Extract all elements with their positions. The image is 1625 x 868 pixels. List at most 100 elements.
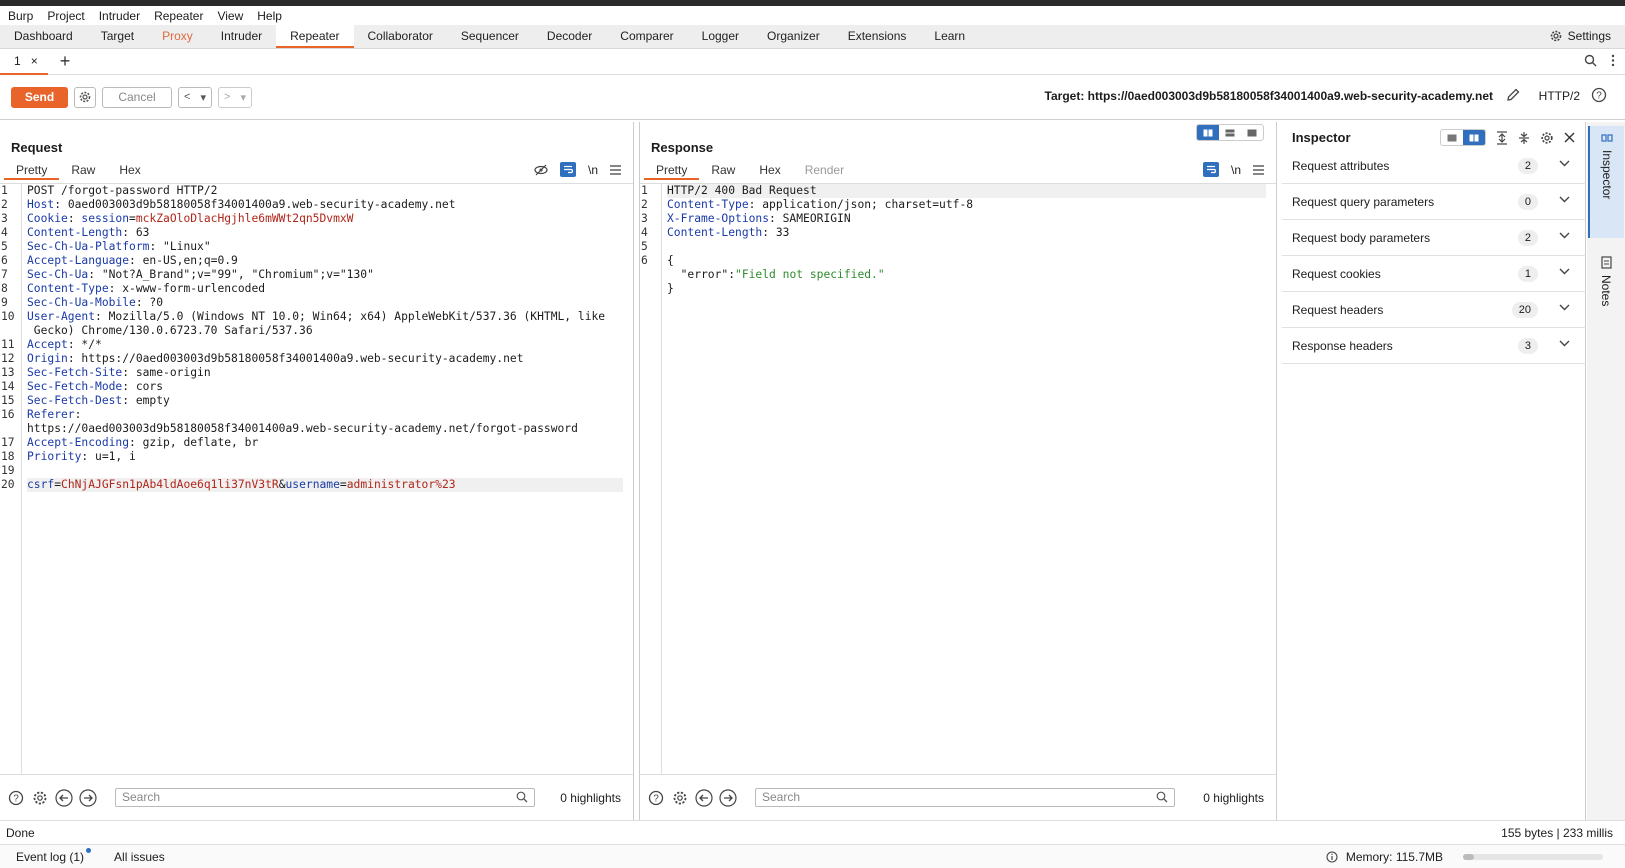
tab-intruder[interactable]: Intruder [207,25,276,48]
response-search-input[interactable]: Search [755,788,1175,807]
request-code-line[interactable]: https://0aed003003d9b58180058f34001400a9… [27,422,623,436]
request-tab-pretty[interactable]: Pretty [4,160,60,180]
response-code-line[interactable] [667,240,1266,254]
split-view-icon[interactable] [1463,130,1485,145]
tab-dashboard[interactable]: Dashboard [0,25,87,48]
tab-comparer[interactable]: Comparer [606,25,687,48]
arrow-right-icon[interactable] [719,788,737,807]
search-icon[interactable] [1584,54,1597,67]
response-code[interactable]: HTTP/2 400 Bad Request Content-Type: appl… [667,184,1266,296]
gear-icon[interactable] [671,789,689,807]
request-code-line[interactable]: Referer: [27,408,623,422]
response-code-line[interactable]: HTTP/2 400 Bad Request [667,184,1266,198]
request-search-input[interactable]: Search [115,788,535,807]
tab-decoder[interactable]: Decoder [533,25,606,48]
inspector-section-request-attributes[interactable]: Request attributes 2 [1282,148,1586,184]
tab-sequencer[interactable]: Sequencer [447,25,533,48]
request-code-line[interactable]: Sec-Ch-Ua-Mobile: ?0 [27,296,623,310]
tab-learn[interactable]: Learn [920,25,979,48]
gear-icon[interactable] [1540,131,1554,145]
cancel-button[interactable]: Cancel [102,86,172,108]
tab-repeater[interactable]: Repeater [276,25,354,48]
request-code-line[interactable]: Accept: */* [27,338,623,352]
menu-view[interactable]: View [217,9,243,23]
send-settings-button[interactable] [74,86,96,108]
response-code-line[interactable]: Content-Length: 33 [667,226,1266,240]
tab-target[interactable]: Target [87,25,148,48]
request-editor[interactable]: 1 2 3 4 5 6 7 8 9 10 11 12 13 14 15 16 17 18 19 20 POST /fo… [0,183,633,774]
request-code-line[interactable]: Priority: u=1, i [27,450,623,464]
settings-button[interactable]: Settings [1549,29,1611,43]
target-label[interactable]: Target: https://0aed003003d9b58180058f34… [1045,89,1493,103]
tab-proxy[interactable]: Proxy [148,25,207,48]
close-icon[interactable]: × [31,54,38,68]
history-back-button[interactable]: < ▾ [178,86,212,108]
response-code-line[interactable]: } [667,282,1266,296]
arrow-right-icon[interactable] [79,788,97,807]
sidebar-notes-button[interactable]: Notes [1588,250,1624,330]
send-button[interactable]: Send [11,86,68,108]
collapse-all-icon[interactable] [1518,131,1530,145]
response-code-line[interactable]: Content-Type: application/json; charset=… [667,198,1266,212]
request-code-line[interactable]: Accept-Language: en-US,en;q=0.9 [27,254,623,268]
wrap-lines-icon[interactable] [1202,162,1219,177]
response-tab-hex[interactable]: Hex [747,160,792,180]
expand-all-icon[interactable] [1496,130,1508,145]
menu-icon[interactable] [1253,164,1264,175]
tab-organizer[interactable]: Organizer [753,25,834,48]
request-code-line[interactable]: Sec-Fetch-Dest: empty [27,394,623,408]
request-code-line[interactable]: User-Agent: Mozilla/5.0 (Windows NT 10.0… [27,310,623,324]
request-code-line[interactable]: Origin: https://0aed003003d9b58180058f34… [27,352,623,366]
inspector-section-request-headers[interactable]: Request headers 20 [1282,292,1586,328]
request-code-line[interactable]: Sec-Fetch-Mode: cors [27,380,623,394]
list-view-icon[interactable] [1441,130,1463,145]
response-code-line[interactable]: { [667,254,1266,268]
event-log-button[interactable]: Event log (1) [16,847,92,864]
menu-help[interactable]: Help [257,9,282,23]
menu-repeater[interactable]: Repeater [154,9,203,23]
arrow-left-icon[interactable] [695,788,713,807]
close-icon[interactable] [1564,132,1575,143]
response-code-line[interactable]: X-Frame-Options: SAMEORIGIN [667,212,1266,226]
menu-icon[interactable] [610,164,621,175]
wrap-lines-icon[interactable] [559,162,576,177]
hide-icon[interactable] [534,164,548,176]
tab-extensions[interactable]: Extensions [834,25,921,48]
response-tab-pretty[interactable]: Pretty [644,160,700,180]
response-code-line[interactable]: "error":"Field not specified." [667,268,1266,282]
info-icon[interactable] [1326,850,1338,863]
tab-logger[interactable]: Logger [688,25,753,48]
arrow-left-icon[interactable] [55,788,73,807]
help-icon[interactable]: ? [1591,87,1607,103]
history-forward-button[interactable]: > ▾ [218,86,252,108]
menu-burp[interactable]: Burp [8,9,33,23]
request-code-line[interactable]: Content-Length: 63 [27,226,623,240]
request-code-line[interactable]: csrf=ChNjAJGFsn1pAb4ldAoe6q1li37nV3tR&us… [27,478,623,492]
inspector-section-body-parameters[interactable]: Request body parameters 2 [1282,220,1586,256]
inspector-section-response-headers[interactable]: Response headers 3 [1282,328,1586,364]
tab-collaborator[interactable]: Collaborator [354,25,447,48]
menu-project[interactable]: Project [47,9,84,23]
help-icon[interactable]: ? [647,789,665,807]
edit-target-icon[interactable] [1505,87,1521,103]
response-tab-raw[interactable]: Raw [699,160,747,180]
request-code[interactable]: POST /forgot-password HTTP/2 Host: 0aed00… [27,184,623,492]
request-code-line[interactable]: Host: 0aed003003d9b58180058f34001400a9.w… [27,198,623,212]
newline-toggle[interactable]: \n [1231,163,1241,177]
request-tab-raw[interactable]: Raw [59,160,107,180]
add-tab-button[interactable]: + [60,51,71,72]
help-icon[interactable]: ? [7,789,25,807]
more-vertical-icon[interactable] [1611,54,1615,67]
single-view-icon[interactable] [1241,125,1263,140]
sidebar-inspector-button[interactable]: Inspector [1588,126,1624,238]
request-code-line[interactable]: Gecko) Chrome/130.0.6723.70 Safari/537.3… [27,324,623,338]
newline-toggle[interactable]: \n [588,163,598,177]
split-vertical-icon[interactable] [1197,125,1219,140]
request-tab-hex[interactable]: Hex [107,160,152,180]
response-tab-render[interactable]: Render [793,160,856,180]
gear-icon[interactable] [31,789,49,807]
request-code-line[interactable]: Cookie: session=mckZaOloDlacHgjhle6mWWt2… [27,212,623,226]
inspector-section-query-parameters[interactable]: Request query parameters 0 [1282,184,1586,220]
split-horizontal-icon[interactable] [1219,125,1241,140]
all-issues-button[interactable]: All issues [114,850,165,864]
